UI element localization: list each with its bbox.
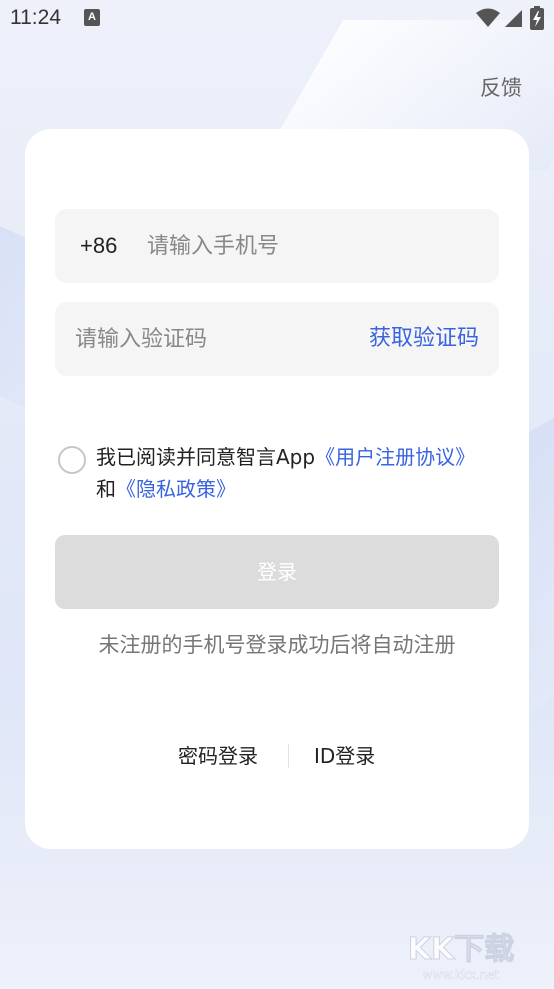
verification-code-input[interactable] <box>75 302 335 376</box>
agreement-text: 我已阅读并同意智言App《用户注册协议》和《隐私政策》 <box>96 441 476 505</box>
signal-icon <box>505 10 522 27</box>
status-time: 11:24 <box>10 6 61 29</box>
alt-login-options: 密码登录 ID登录 <box>25 738 529 774</box>
auto-register-hint: 未注册的手机号登录成功后将自动注册 <box>98 633 456 657</box>
svg-text:www.kkx.net: www.kkx.net <box>423 968 500 982</box>
login-button[interactable]: 登录 <box>55 535 499 609</box>
login-card: +86 获取验证码 我已阅读并同意智言App《用户注册协议》和《隐私政策》 登录… <box>25 129 529 849</box>
password-login-link[interactable]: 密码登录 <box>178 738 258 774</box>
divider <box>288 744 289 768</box>
phone-field: +86 <box>55 209 499 283</box>
wifi-icon <box>476 8 500 27</box>
notification-icon: A <box>84 9 100 26</box>
watermark-logo: KK下载 www.kkx.net <box>407 932 515 983</box>
status-icons <box>476 6 544 30</box>
status-bar: 11:24 A <box>0 0 554 38</box>
svg-text:KK下载: KK下载 <box>408 932 515 967</box>
country-code[interactable]: +86 <box>80 209 117 283</box>
agreement-prefix: 我已阅读并同意智言App <box>96 445 316 469</box>
code-field: 获取验证码 <box>55 302 499 376</box>
user-agreement-link[interactable]: 《用户注册协议》 <box>315 445 475 469</box>
watermark: KK下载 www.kkx.net <box>396 925 526 985</box>
get-code-button[interactable]: 获取验证码 <box>369 302 479 376</box>
agreement-conjunction: 和 <box>96 477 116 501</box>
id-login-link[interactable]: ID登录 <box>314 738 375 774</box>
feedback-link[interactable]: 反馈 <box>480 72 522 102</box>
agreement-checkbox[interactable] <box>58 446 86 474</box>
battery-icon <box>530 6 544 30</box>
privacy-policy-link[interactable]: 《隐私政策》 <box>116 477 236 501</box>
phone-input[interactable] <box>147 209 477 283</box>
